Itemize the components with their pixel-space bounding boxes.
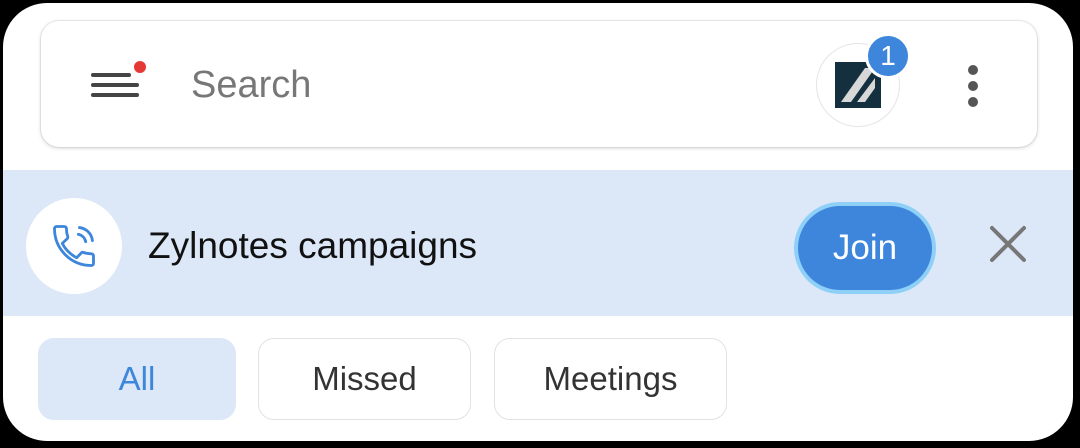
tab-meetings[interactable]: Meetings xyxy=(494,338,727,420)
more-options-button[interactable] xyxy=(955,61,991,111)
avatar-button[interactable]: 1 xyxy=(816,33,911,127)
tab-missed[interactable]: Missed xyxy=(258,338,471,420)
close-icon xyxy=(990,226,1026,262)
more-dot xyxy=(968,81,978,91)
tab-all[interactable]: All xyxy=(38,338,236,420)
more-dot xyxy=(968,97,978,107)
call-banner: Zylnotes campaigns Join xyxy=(3,170,1073,316)
banner-title: Zylnotes campaigns xyxy=(148,225,478,266)
notification-dot-icon xyxy=(134,61,146,73)
call-icon-container xyxy=(26,198,122,294)
phone-call-icon xyxy=(53,225,95,267)
menu-bar-line xyxy=(91,93,139,97)
app-window: 1 Zylnotes campaigns Join All Missed Mee… xyxy=(3,3,1073,441)
menu-bar-line xyxy=(91,73,131,77)
search-input[interactable] xyxy=(191,63,751,107)
join-button[interactable]: Join xyxy=(794,202,936,294)
menu-bar-line xyxy=(91,83,139,87)
dismiss-button[interactable] xyxy=(986,222,1030,266)
more-dot xyxy=(968,65,978,75)
menu-button[interactable] xyxy=(91,61,146,105)
search-bar: 1 xyxy=(41,21,1037,147)
notification-badge: 1 xyxy=(865,33,911,79)
